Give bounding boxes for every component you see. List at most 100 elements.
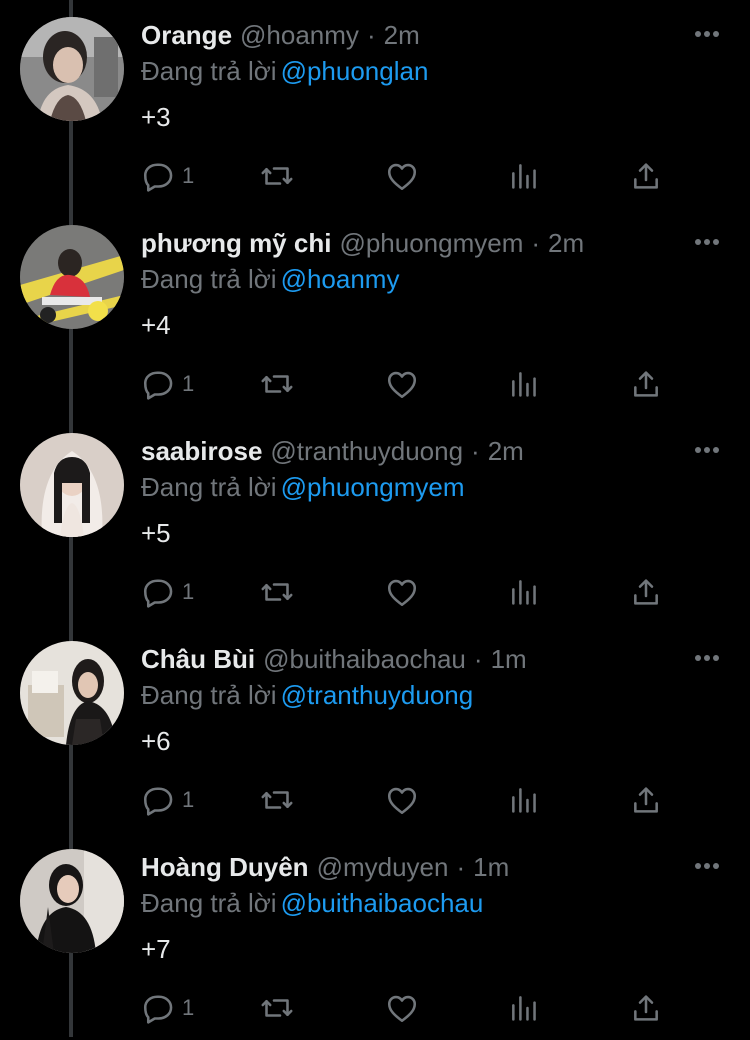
retweet-icon [258,158,296,194]
reply-button[interactable]: 1 [140,780,194,820]
tweet[interactable]: saabirose @tranthuyduong · 2m Đang trả lời @… [0,416,750,624]
user-handle[interactable]: @phuongmyem [339,228,523,258]
share-icon [630,990,662,1026]
reply-count: 1 [182,579,195,604]
share-button[interactable] [630,988,662,1028]
tweet-text: +7 [141,934,171,964]
display-name[interactable]: Hoàng Duyên [141,852,309,882]
tweet-header: phương mỹ chi @phuongmyem · 2m [141,226,584,260]
heart-icon [384,574,420,610]
replying-to-mention[interactable]: @phuongmyem [281,472,465,502]
more-icon[interactable] [694,232,720,252]
reply-button[interactable]: 1 [140,364,194,404]
retweet-button[interactable] [258,780,296,820]
action-bar: 1 [140,988,700,1028]
replying-to-mention[interactable]: @hoanmy [281,264,400,294]
separator-dot: · [366,20,376,50]
share-button[interactable] [630,572,662,612]
views-button[interactable] [508,572,540,612]
display-name[interactable]: Orange [141,20,232,50]
more-icon[interactable] [694,856,720,876]
reply-icon [140,782,176,818]
timestamp[interactable]: 1m [491,644,527,674]
views-button[interactable] [508,364,540,404]
replying-to-label: Đang trả lời [141,472,277,502]
display-name[interactable]: saabirose [141,436,262,466]
views-icon [508,990,540,1026]
reply-button[interactable]: 1 [140,156,194,196]
tweet-text: +4 [141,310,171,340]
replying-to: Đang trả lời @buithaibaochau [141,886,483,920]
replying-to: Đang trả lời @hoanmy [141,262,399,296]
reply-count: 1 [182,995,195,1020]
avatar[interactable] [20,849,124,953]
replying-to-mention[interactable]: @phuonglan [281,56,429,86]
tweet-text: +3 [141,102,171,132]
heart-icon [384,158,420,194]
display-name[interactable]: phương mỹ chi [141,228,331,258]
heart-icon [384,366,420,402]
like-button[interactable] [384,364,420,404]
replying-to-label: Đang trả lời [141,888,277,918]
tweet[interactable]: phương mỹ chi @phuongmyem · 2m Đang trả lời… [0,208,750,416]
reply-count: 1 [182,163,195,188]
retweet-button[interactable] [258,572,296,612]
replying-to-mention[interactable]: @buithaibaochau [281,888,484,918]
share-icon [630,782,662,818]
timestamp[interactable]: 1m [473,852,509,882]
timestamp[interactable]: 2m [548,228,584,258]
avatar[interactable] [20,433,124,537]
retweet-button[interactable] [258,364,296,404]
like-button[interactable] [384,572,420,612]
separator-dot: · [471,436,480,466]
more-icon[interactable] [694,440,720,460]
tweet-header: Châu Bùi @buithaibaochau · 1m [141,642,527,676]
replying-to: Đang trả lời @phuonglan [141,54,428,88]
like-button[interactable] [384,988,420,1028]
views-icon [508,782,540,818]
action-bar: 1 [140,156,700,196]
reply-button[interactable]: 1 [140,572,194,612]
share-button[interactable] [630,156,662,196]
separator-dot: · [531,228,541,258]
like-button[interactable] [384,780,420,820]
user-handle[interactable]: @tranthuyduong [270,436,463,466]
views-icon [508,574,540,610]
like-button[interactable] [384,156,420,196]
tweet[interactable]: Châu Bùi @buithaibaochau · 1m Đang trả lời @… [0,624,750,832]
more-icon[interactable] [694,648,720,668]
tweet[interactable]: Hoàng Duyên @myduyen · 1m Đang trả lời @buit… [0,832,750,1040]
retweet-button[interactable] [258,988,296,1028]
timestamp[interactable]: 2m [384,20,420,50]
timestamp[interactable]: 2m [488,436,524,466]
retweet-icon [258,574,296,610]
reply-icon [140,158,176,194]
reply-icon [140,990,176,1026]
share-icon [630,366,662,402]
views-button[interactable] [508,780,540,820]
user-handle[interactable]: @myduyen [317,852,449,882]
avatar[interactable] [20,225,124,329]
replying-to-label: Đang trả lời [141,264,277,294]
views-icon [508,366,540,402]
tweet-text: +6 [141,726,171,756]
avatar[interactable] [20,17,124,121]
display-name[interactable]: Châu Bùi [141,644,255,674]
views-button[interactable] [508,156,540,196]
retweet-icon [258,366,296,402]
views-button[interactable] [508,988,540,1028]
views-icon [508,158,540,194]
reply-icon [140,574,176,610]
more-icon[interactable] [694,24,720,44]
share-icon [630,158,662,194]
replying-to-label: Đang trả lời [141,56,277,86]
avatar[interactable] [20,641,124,745]
replying-to-mention[interactable]: @tranthuyduong [281,680,474,710]
user-handle[interactable]: @buithaibaochau [263,644,466,674]
retweet-button[interactable] [258,156,296,196]
reply-button[interactable]: 1 [140,988,194,1028]
share-button[interactable] [630,364,662,404]
user-handle[interactable]: @hoanmy [240,20,359,50]
tweet[interactable]: Orange @hoanmy · 2m Đang trả lời @phuonglan … [0,0,750,208]
share-button[interactable] [630,780,662,820]
